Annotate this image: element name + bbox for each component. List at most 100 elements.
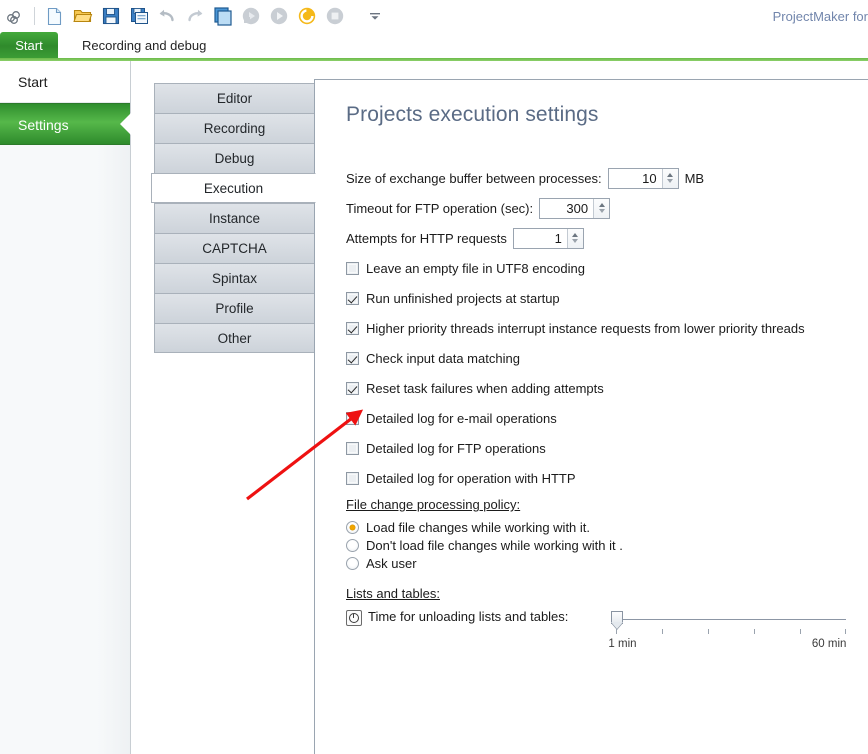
tab-captcha[interactable]: CAPTCHA: [154, 233, 315, 263]
quick-access-toolbar: ProjectMaker for: [0, 0, 868, 32]
checkbox-row-check-input-data-matching[interactable]: Check input data matching: [346, 343, 866, 373]
ftp-timeout-stepper[interactable]: 300: [539, 197, 611, 219]
stepper-down-icon[interactable]: [667, 179, 674, 183]
page-title: Projects execution settings: [346, 103, 599, 126]
checkbox-label: Check input data matching: [366, 350, 520, 366]
field-ftp-timeout: Timeout for FTP operation (sec): 300: [346, 193, 866, 223]
checkbox-row-detailed-log-email[interactable]: Detailed log for e-mail operations: [346, 403, 866, 433]
radio-row-policy-dont-load-changes[interactable]: Don't load file changes while working wi…: [346, 536, 866, 554]
checkbox-detailed-log-ftp[interactable]: [346, 441, 359, 455]
slider-max-label: 60 min: [811, 638, 847, 650]
redo-icon: [182, 3, 208, 29]
checkbox-check-input-data-matching[interactable]: [346, 351, 359, 365]
checkbox-label: Run unfinished projects at startup: [366, 290, 560, 306]
ribbon-tab-recording-and-debug[interactable]: Recording and debug: [66, 32, 222, 59]
http-attempts-stepper[interactable]: 1: [512, 227, 584, 249]
tab-editor[interactable]: Editor: [154, 83, 315, 113]
slider-row-unload-time: Time for unloading lists and tables: 1 m…: [346, 609, 866, 653]
new-file-icon[interactable]: [42, 3, 68, 29]
field-http-attempts: Attempts for HTTP requests 1: [346, 223, 866, 253]
checkbox-higher-priority-threads[interactable]: [346, 321, 359, 335]
product-brand-label: ProjectMaker for: [772, 9, 868, 24]
radio-label: Load file changes while working with it.: [366, 519, 591, 535]
section-heading-lists-and-tables: Lists and tables:: [346, 586, 440, 601]
tab-debug[interactable]: Debug: [154, 143, 315, 173]
execution-settings-form: Size of exchange buffer between processe…: [346, 163, 866, 653]
tab-spintax[interactable]: Spintax: [154, 263, 315, 293]
left-navigation: Start Settings: [0, 61, 131, 754]
checkbox-row-detailed-log-http[interactable]: Detailed log for operation with HTTP: [346, 463, 866, 493]
sidebar-item-start[interactable]: Start: [0, 61, 130, 103]
checkbox-run-unfinished-projects[interactable]: [346, 291, 359, 305]
field-exchange-buffer-size: Size of exchange buffer between processe…: [346, 163, 866, 193]
radio-policy-ask-user[interactable]: [346, 556, 359, 570]
http-attempts-value[interactable]: 1: [513, 228, 567, 248]
checkbox-row-higher-priority-threads[interactable]: Higher priority threads interrupt instan…: [346, 313, 866, 343]
checkbox-reset-task-failures[interactable]: [346, 381, 359, 395]
save-icon[interactable]: [98, 3, 124, 29]
tab-other[interactable]: Other: [154, 323, 315, 353]
app-logo-icon[interactable]: [2, 3, 28, 29]
toolbar-separator: [34, 7, 35, 25]
checkbox-row-detailed-log-ftp[interactable]: Detailed log for FTP operations: [346, 433, 866, 463]
ftp-timeout-value[interactable]: 300: [540, 198, 594, 218]
play-dim-icon: [238, 3, 264, 29]
checkbox-label: Leave an empty file in UTF8 encoding: [366, 260, 585, 276]
checkbox-label: Reset task failures when adding attempts: [366, 380, 604, 396]
tab-profile[interactable]: Profile: [154, 293, 315, 323]
tab-recording[interactable]: Recording: [154, 113, 315, 143]
unload-time-slider[interactable]: 1 min 60 min: [608, 609, 847, 653]
radio-policy-dont-load-changes[interactable]: [346, 538, 359, 552]
stepper-up-icon[interactable]: [598, 203, 605, 207]
slider-thumb[interactable]: [611, 611, 624, 624]
stepper-buttons[interactable]: [566, 228, 583, 248]
field-label: Timeout for FTP operation (sec):: [346, 200, 534, 216]
radio-policy-load-changes[interactable]: [346, 520, 359, 534]
exchange-buffer-size-stepper[interactable]: 10: [607, 167, 679, 189]
field-label: Attempts for HTTP requests: [346, 230, 507, 246]
checkbox-row-reset-task-failures[interactable]: Reset task failures when adding attempts: [346, 373, 866, 403]
checkbox-label: Detailed log for operation with HTTP: [366, 470, 576, 486]
tab-instance[interactable]: Instance: [154, 203, 315, 233]
settings-tab-strip: Editor Recording Debug Execution Instanc…: [151, 83, 316, 353]
radio-label: Don't load file changes while working wi…: [366, 537, 623, 553]
checkbox-leave-empty-utf8[interactable]: [346, 261, 359, 275]
copy-icon[interactable]: [210, 3, 236, 29]
exchange-buffer-size-value[interactable]: 10: [608, 168, 662, 188]
open-folder-icon[interactable]: [70, 3, 96, 29]
ribbon-tab-bar: Start Recording and debug: [0, 32, 868, 59]
play-icon: [266, 3, 292, 29]
checkbox-label: Detailed log for FTP operations: [366, 440, 546, 456]
radio-row-policy-ask-user[interactable]: Ask user: [346, 554, 866, 572]
checkbox-row-leave-empty-utf8[interactable]: Leave an empty file in UTF8 encoding: [346, 253, 866, 283]
slider-min-label: 1 min: [608, 638, 637, 650]
restart-icon[interactable]: [294, 3, 320, 29]
ribbon-tab-start[interactable]: Start: [0, 32, 58, 59]
stepper-up-icon[interactable]: [667, 173, 674, 177]
stepper-down-icon[interactable]: [598, 209, 605, 213]
undo-icon: [154, 3, 180, 29]
sidebar-item-settings[interactable]: Settings: [0, 103, 131, 145]
checkbox-detailed-log-http[interactable]: [346, 471, 359, 485]
slider-track[interactable]: [616, 619, 847, 620]
radio-label: Ask user: [366, 555, 417, 571]
stepper-buttons[interactable]: [593, 198, 610, 218]
stop-icon: [322, 3, 348, 29]
checkbox-row-run-unfinished-projects[interactable]: Run unfinished projects at startup: [346, 283, 866, 313]
save-all-icon[interactable]: [126, 3, 152, 29]
stepper-up-icon[interactable]: [572, 233, 579, 237]
radio-row-policy-load-changes[interactable]: Load file changes while working with it.: [346, 518, 866, 536]
checkbox-label: Detailed log for e-mail operations: [366, 410, 557, 426]
overflow-chevrons-icon[interactable]: [362, 3, 388, 29]
exchange-buffer-size-unit: MB: [684, 170, 705, 186]
slider-ticks: [616, 629, 847, 635]
clock-icon: [346, 610, 362, 626]
stepper-down-icon[interactable]: [572, 239, 579, 243]
tab-execution[interactable]: Execution: [151, 173, 316, 203]
checkbox-detailed-log-email[interactable]: [346, 411, 359, 425]
settings-content-panel: Projects execution settings Size of exch…: [314, 79, 868, 754]
checkbox-label: Higher priority threads interrupt instan…: [366, 320, 805, 336]
stepper-buttons[interactable]: [661, 168, 678, 188]
slider-label: Time for unloading lists and tables:: [368, 609, 569, 624]
section-heading-file-policy: File change processing policy:: [346, 497, 521, 512]
